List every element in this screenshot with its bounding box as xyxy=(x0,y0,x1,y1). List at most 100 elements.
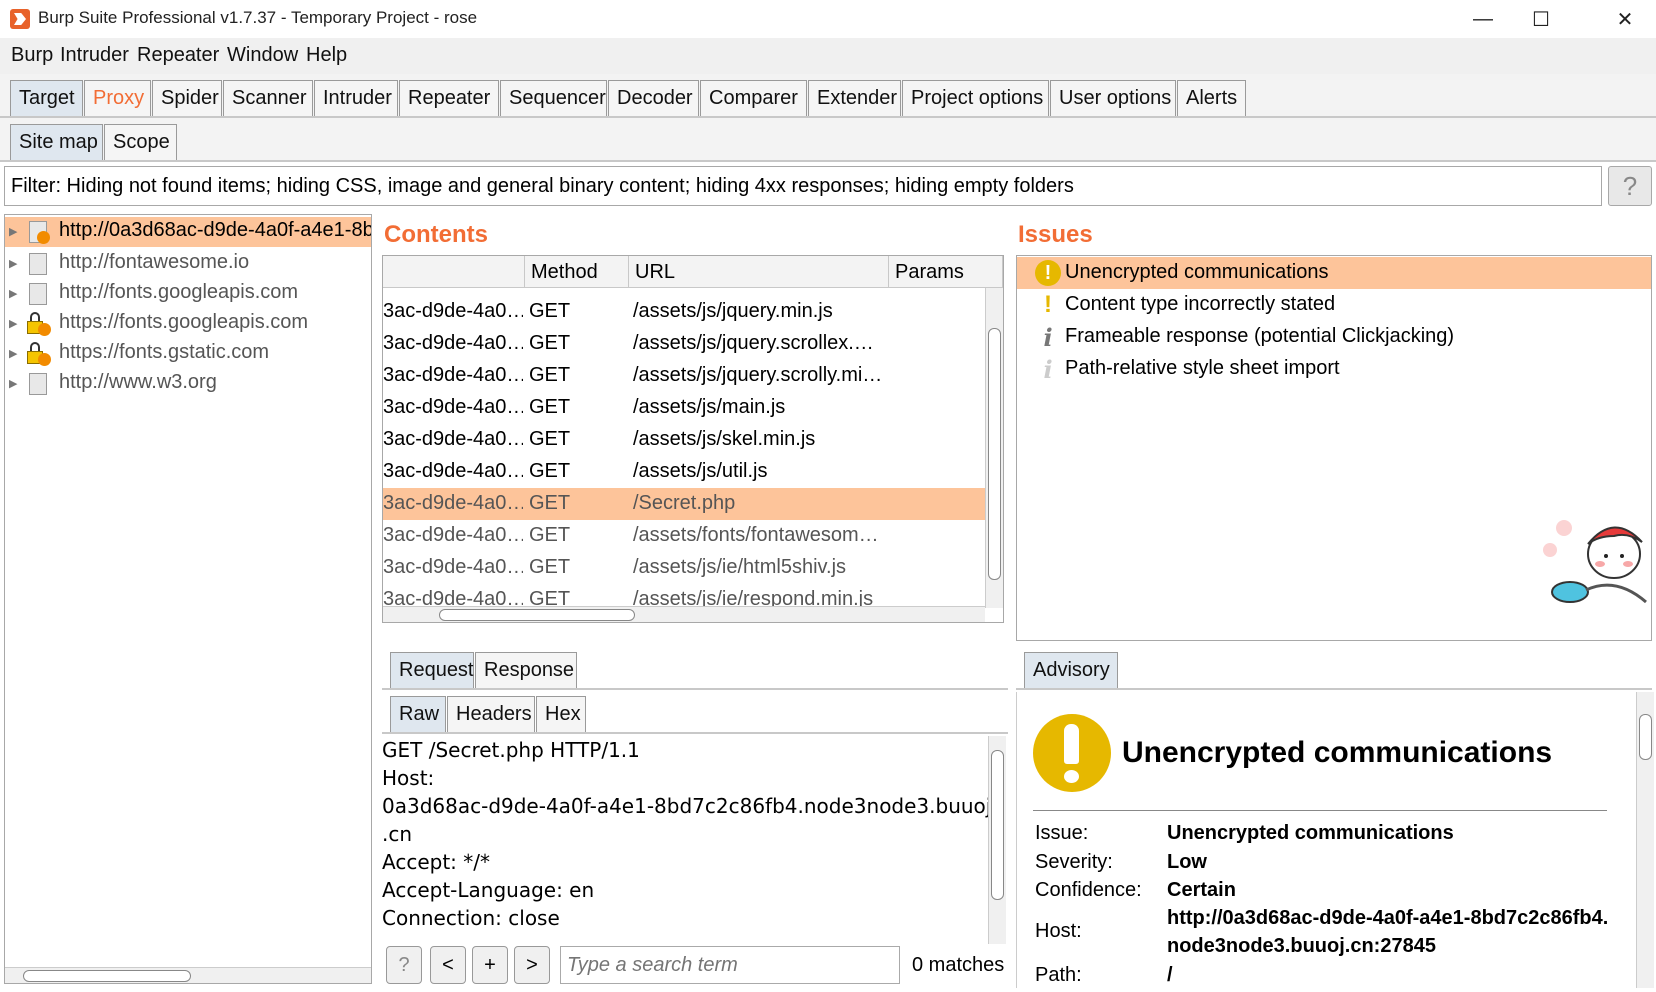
search-options-button[interactable]: + xyxy=(472,946,508,984)
search-next-button[interactable]: > xyxy=(514,946,550,984)
cell-host: 3ac-d9de-4a0… xyxy=(383,428,523,450)
advisory-vertical-scrollbar[interactable] xyxy=(1636,692,1654,988)
tab-raw[interactable]: Raw xyxy=(390,696,446,732)
search-input[interactable] xyxy=(560,946,900,984)
menu-help[interactable]: Help xyxy=(306,44,347,67)
tree-item-host[interactable]: ▶ https://fonts.googleapis.com xyxy=(5,309,371,339)
tab-response[interactable]: Response xyxy=(475,652,577,688)
tab-sequencer[interactable]: Sequencer xyxy=(500,80,607,116)
advisory-heading: Unencrypted communications xyxy=(1122,736,1553,769)
message-view-tab-bar: Raw Headers Hex xyxy=(382,690,1008,734)
tree-item-label: https://fonts.gstatic.com xyxy=(59,341,270,363)
request-vertical-scrollbar[interactable] xyxy=(988,736,1006,944)
table-row[interactable]: 3ac-d9de-4a0… GET /assets/js/ie/html5shi… xyxy=(383,552,985,584)
tab-intruder[interactable]: Intruder xyxy=(314,80,398,116)
menu-intruder[interactable]: Intruder xyxy=(60,44,129,67)
tree-item-host[interactable]: ▶ http://fonts.googleapis.com xyxy=(5,279,371,309)
site-map-tree: ▶ http://0a3d68ac-d9de-4a0f-a4e1-8b ▶ ht… xyxy=(4,214,372,984)
column-host[interactable] xyxy=(383,256,525,288)
tab-decoder[interactable]: Decoder xyxy=(608,80,699,116)
menu-repeater[interactable]: Repeater xyxy=(137,44,219,67)
tree-item-host[interactable]: ▶ https://fonts.gstatic.com xyxy=(5,339,371,369)
scrollbar-thumb[interactable] xyxy=(988,328,1001,580)
menu-burp[interactable]: Burp xyxy=(11,44,53,67)
cell-host: 3ac-d9de-4a0… xyxy=(383,332,523,354)
contents-horizontal-scrollbar[interactable] xyxy=(383,606,985,622)
column-method[interactable]: Method xyxy=(525,256,629,288)
search-help-button[interactable]: ? xyxy=(386,946,422,984)
tab-comparer[interactable]: Comparer xyxy=(700,80,807,116)
tab-request[interactable]: Request xyxy=(390,652,474,688)
expand-arrow-icon[interactable]: ▶ xyxy=(9,377,17,390)
column-params[interactable]: Params xyxy=(889,256,1003,288)
issue-item[interactable]: i Frameable response (potential Clickjac… xyxy=(1017,321,1651,353)
minimize-button[interactable]: — xyxy=(1454,4,1512,34)
field-value-host: http://0a3d68ac-d9de-4a0f-a4e1-8bd7c2c86… xyxy=(1167,907,1609,929)
cell-url: /Secret.php xyxy=(633,492,736,514)
tab-repeater[interactable]: Repeater xyxy=(399,80,499,116)
table-row[interactable]: 3ac-d9de-4a0… GET /assets/js/jquery.min.… xyxy=(383,296,985,328)
filter-bar[interactable]: Filter: Hiding not found items; hiding C… xyxy=(4,166,1602,206)
maximize-button[interactable]: ☐ xyxy=(1512,4,1570,34)
warning-circle-icon xyxy=(1033,714,1111,792)
issue-item[interactable]: ! Unencrypted communications xyxy=(1017,257,1651,289)
tree-item-host[interactable]: ▶ http://0a3d68ac-d9de-4a0f-a4e1-8b xyxy=(5,217,371,247)
tab-project-options[interactable]: Project options xyxy=(902,80,1049,116)
tab-alerts[interactable]: Alerts xyxy=(1177,80,1246,116)
scrollbar-thumb[interactable] xyxy=(23,970,191,982)
table-row[interactable]: 3ac-d9de-4a0… GET /assets/js/jquery.scro… xyxy=(383,360,985,392)
search-previous-button[interactable]: < xyxy=(430,946,466,984)
scrollbar-thumb[interactable] xyxy=(991,750,1004,900)
tab-scanner[interactable]: Scanner xyxy=(223,80,313,116)
scrollbar-thumb[interactable] xyxy=(439,609,635,621)
table-row[interactable]: 3ac-d9de-4a0… GET /assets/js/main.js xyxy=(383,392,985,424)
expand-arrow-icon[interactable]: ▶ xyxy=(9,347,17,360)
cell-url: /assets/js/jquery.scrolly.mi… xyxy=(633,364,883,386)
contents-vertical-scrollbar[interactable] xyxy=(985,288,1003,608)
tab-user-options[interactable]: User options xyxy=(1050,80,1176,116)
raw-request-editor[interactable]: GET /Secret.php HTTP/1.1 Host: 0a3d68ac-… xyxy=(382,736,1008,944)
tree-item-label: https://fonts.googleapis.com xyxy=(59,311,309,333)
table-row[interactable]: 3ac-d9de-4a0… GET /assets/js/jquery.scro… xyxy=(383,328,985,360)
cell-method: GET xyxy=(529,524,571,546)
table-row[interactable]: 3ac-d9de-4a0… GET /assets/js/util.js xyxy=(383,456,985,488)
cell-host: 3ac-d9de-4a0… xyxy=(383,364,523,386)
issue-label: Unencrypted communications xyxy=(1065,261,1329,283)
tab-extender[interactable]: Extender xyxy=(808,80,901,116)
expand-arrow-icon[interactable]: ▶ xyxy=(9,257,17,270)
burp-logo-icon xyxy=(10,9,30,29)
menu-bar: Burp Intruder Repeater Window Help xyxy=(0,38,1656,74)
column-url[interactable]: URL xyxy=(629,256,889,288)
tab-hex[interactable]: Hex xyxy=(536,696,586,732)
close-button[interactable]: ✕ xyxy=(1596,4,1654,34)
request-line: Accept: */* xyxy=(382,850,490,874)
table-row[interactable]: 3ac-d9de-4a0… GET /assets/fonts/fontawes… xyxy=(383,520,985,552)
tab-site-map[interactable]: Site map xyxy=(10,124,103,160)
tab-target[interactable]: Target xyxy=(10,80,83,116)
expand-arrow-icon[interactable]: ▶ xyxy=(9,225,17,238)
issue-item[interactable]: ! Content type incorrectly stated xyxy=(1017,289,1651,321)
main-tab-bar: Target Proxy Spider Scanner Intruder Rep… xyxy=(0,74,1656,118)
tree-item-host[interactable]: ▶ http://www.w3.org xyxy=(5,369,371,399)
field-value-confidence: Certain xyxy=(1167,879,1236,901)
tab-headers[interactable]: Headers xyxy=(447,696,535,732)
issue-label: Path-relative style sheet import xyxy=(1065,357,1340,379)
menu-window[interactable]: Window xyxy=(227,44,298,67)
lock-alert-icon xyxy=(27,312,51,336)
tree-horizontal-scrollbar[interactable] xyxy=(5,967,371,983)
tab-spider[interactable]: Spider xyxy=(152,80,222,116)
expand-arrow-icon[interactable]: ▶ xyxy=(9,287,17,300)
tree-item-label: http://fontawesome.io xyxy=(59,251,250,273)
tab-advisory[interactable]: Advisory xyxy=(1024,652,1118,688)
expand-arrow-icon[interactable]: ▶ xyxy=(9,317,17,330)
filter-help-button[interactable]: ? xyxy=(1608,166,1652,206)
tab-scope[interactable]: Scope xyxy=(104,124,177,160)
request-line: 0a3d68ac-d9de-4a0f-a4e1-8bd7c2c86fb4.nod… xyxy=(382,794,992,818)
tab-proxy[interactable]: Proxy xyxy=(84,80,151,116)
scrollbar-thumb[interactable] xyxy=(1639,714,1652,760)
request-line: Connection: close xyxy=(382,906,560,930)
issue-item[interactable]: i Path-relative style sheet import xyxy=(1017,353,1651,385)
tree-item-host[interactable]: ▶ http://fontawesome.io xyxy=(5,249,371,279)
table-row[interactable]: 3ac-d9de-4a0… GET /assets/js/skel.min.js xyxy=(383,424,985,456)
table-row-selected[interactable]: 3ac-d9de-4a0… GET /Secret.php xyxy=(383,488,985,520)
